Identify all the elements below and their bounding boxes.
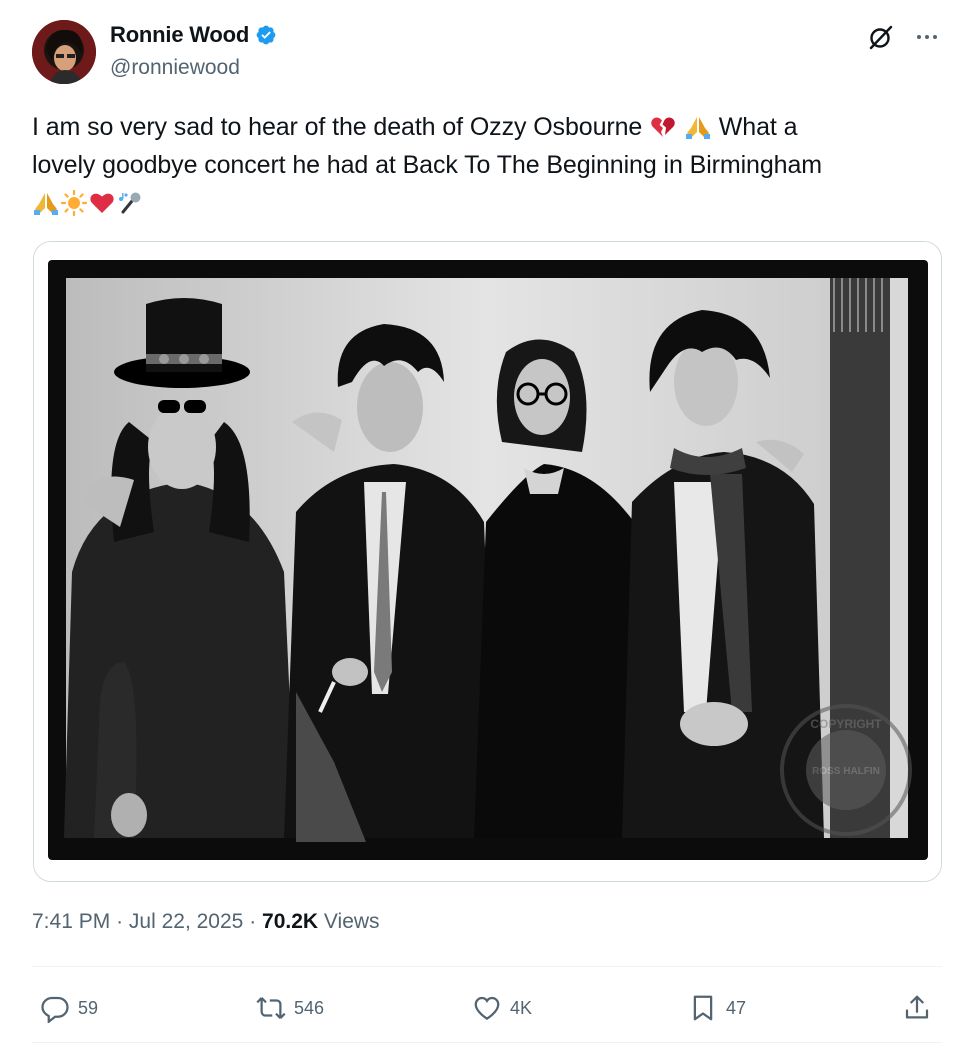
microphone-notes-icon bbox=[117, 189, 143, 215]
repost-count: 546 bbox=[294, 997, 325, 1018]
meta-separator: · bbox=[249, 910, 257, 933]
tweet-meta: 7:41 PM · Jul 22, 2025 · 70.2K Views bbox=[32, 910, 380, 934]
tweet-text: I am so very sad to hear of the death of… bbox=[32, 108, 932, 222]
heart-icon bbox=[474, 996, 500, 1020]
repost-button[interactable]: 546 bbox=[256, 988, 324, 1028]
meta-separator: · bbox=[116, 910, 124, 933]
tweet-date[interactable]: Jul 22, 2025 bbox=[129, 910, 243, 933]
tweet-photo[interactable]: COPYRIGHT ROSS HALFIN bbox=[33, 241, 942, 882]
sun-icon bbox=[60, 189, 88, 217]
watermark-text-top: COPYRIGHT bbox=[810, 717, 882, 731]
more-options-icon[interactable] bbox=[912, 22, 942, 52]
share-icon bbox=[905, 995, 929, 1019]
author-handle[interactable]: @ronniewood bbox=[110, 56, 240, 80]
share-button[interactable] bbox=[902, 988, 932, 1028]
divider-top bbox=[32, 966, 942, 967]
bookmark-icon bbox=[693, 995, 713, 1021]
tweet: Ronnie Wood @ronniewood I am so very sad… bbox=[0, 0, 962, 1046]
views-count: 70.2K bbox=[262, 910, 319, 933]
like-button[interactable]: 4K bbox=[472, 988, 532, 1028]
tweet-text-line2: lovely goodbye concert he had at Back To… bbox=[32, 151, 822, 179]
author-name-row: Ronnie Wood bbox=[110, 22, 277, 48]
verified-badge-icon[interactable] bbox=[255, 24, 277, 46]
red-heart-icon bbox=[89, 189, 115, 215]
divider-bottom bbox=[32, 1042, 942, 1043]
repost-icon bbox=[256, 997, 286, 1019]
bookmark-button[interactable]: 47 bbox=[688, 988, 746, 1028]
grok-icon[interactable] bbox=[866, 22, 896, 52]
broken-heart-icon bbox=[650, 113, 676, 139]
tweet-text-line1: I am so very sad to hear of the death of… bbox=[32, 113, 643, 141]
watermark-text-name: ROSS HALFIN bbox=[812, 766, 880, 777]
folded-hands-icon bbox=[33, 189, 59, 215]
folded-hands-icon bbox=[685, 113, 711, 139]
tweet-time[interactable]: 7:41 PM bbox=[32, 910, 110, 933]
avatar[interactable] bbox=[32, 20, 96, 84]
display-name[interactable]: Ronnie Wood bbox=[110, 22, 249, 48]
reply-count: 59 bbox=[78, 997, 99, 1018]
like-count: 4K bbox=[510, 997, 533, 1018]
views-label: Views bbox=[323, 910, 380, 933]
reply-button[interactable]: 59 bbox=[40, 988, 98, 1028]
bookmark-count: 47 bbox=[726, 997, 747, 1018]
reply-icon bbox=[41, 996, 69, 1023]
tweet-text-line1-end: What a bbox=[718, 113, 798, 141]
